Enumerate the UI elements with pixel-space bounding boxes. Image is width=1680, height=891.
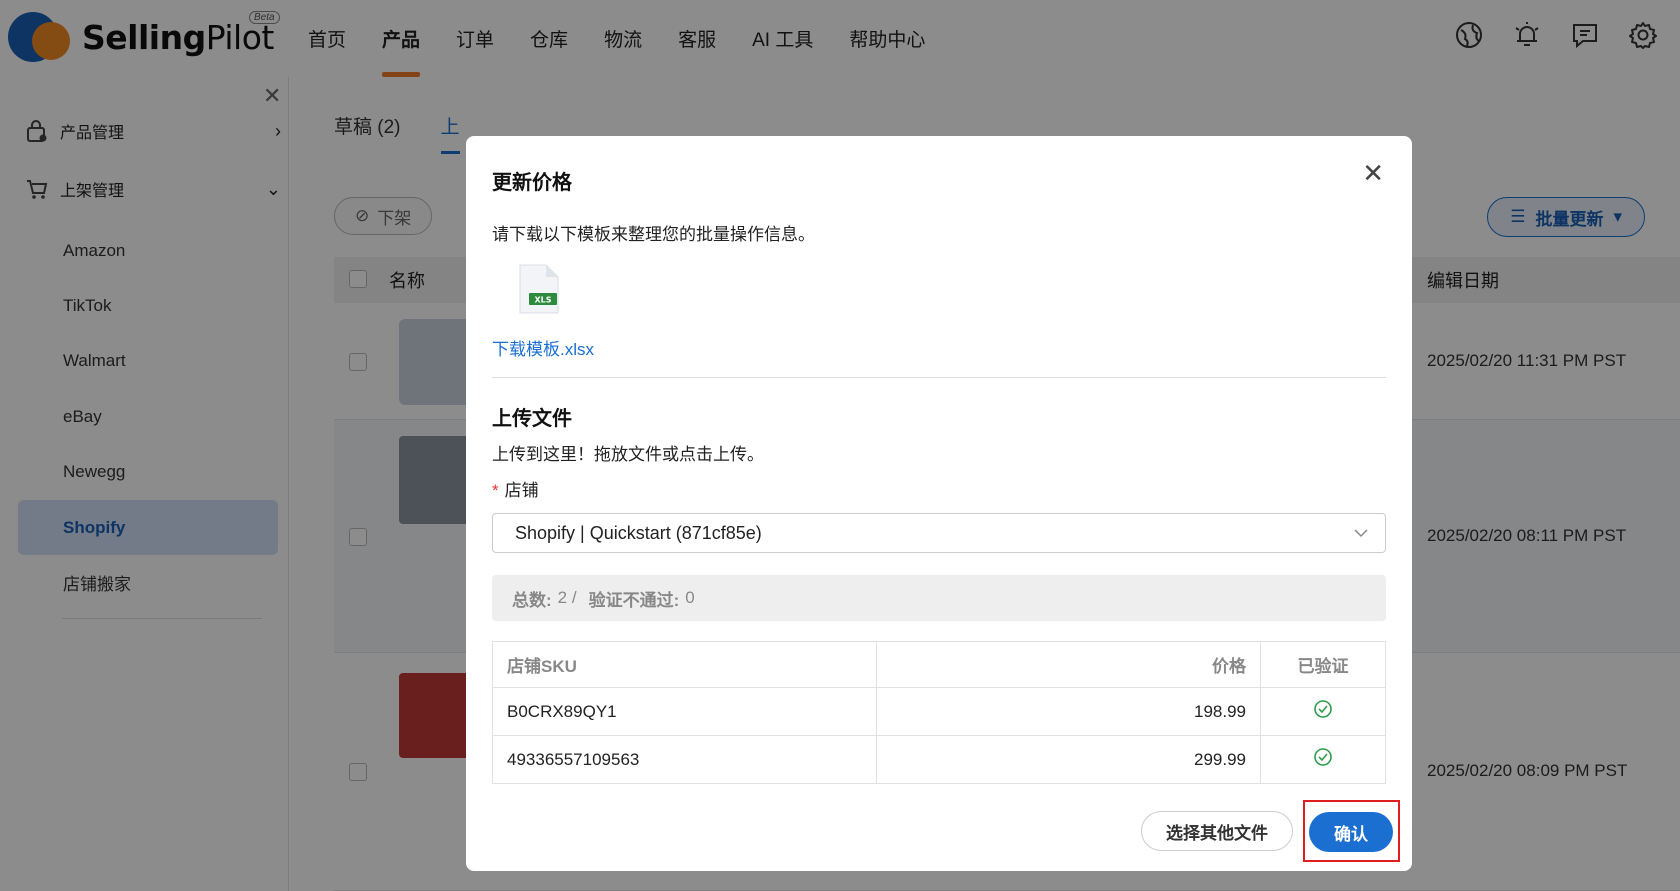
store-label: * 店铺 <box>492 481 539 500</box>
update-price-dialog: 更新价格 ✕ 请下载以下模板来整理您的批量操作信息。 XLS 下载模板.xlsx… <box>466 136 1412 871</box>
svg-text:XLS: XLS <box>534 296 551 305</box>
column-store-sku: 店铺SKU <box>492 641 877 688</box>
store-select[interactable]: Shopify | Quickstart (871cf85e) <box>492 513 1386 553</box>
table-header-row: 店铺SKU 价格 已验证 <box>492 641 1386 688</box>
sku-cell: 49336557109563 <box>492 735 877 784</box>
upload-hint[interactable]: 上传到这里！拖放文件或点击上传。 <box>492 440 764 465</box>
price-cell: 299.99 <box>876 735 1261 784</box>
verified-check-icon <box>1260 687 1386 736</box>
column-price: 价格 <box>876 641 1261 688</box>
table-row: B0CRX89QY1 198.99 <box>492 687 1386 736</box>
close-icon[interactable]: ✕ <box>1362 158 1384 189</box>
sku-price-table: 店铺SKU 价格 已验证 B0CRX89QY1 198.99 493365571… <box>492 641 1386 784</box>
failed-count: 0 <box>685 588 695 607</box>
confirm-button[interactable]: 确认 <box>1309 812 1393 852</box>
template-hint: 请下载以下模板来整理您的批量操作信息。 <box>492 225 815 244</box>
choose-other-file-button[interactable]: 选择其他文件 <box>1141 811 1293 851</box>
chevron-down-icon <box>1354 529 1368 538</box>
verified-check-icon <box>1260 735 1386 784</box>
upload-section-title: 上传文件 <box>492 408 572 430</box>
dialog-title: 更新价格 <box>492 172 572 194</box>
confirm-highlight-box: 确认 <box>1303 800 1400 862</box>
table-row: 49336557109563 299.99 <box>492 735 1386 784</box>
store-select-value: Shopify | Quickstart (871cf85e) <box>515 522 762 543</box>
xls-file-icon[interactable]: XLS <box>516 263 562 317</box>
sku-cell: B0CRX89QY1 <box>492 687 877 736</box>
download-template-link[interactable]: 下载模板.xlsx <box>492 335 594 360</box>
section-divider <box>492 377 1386 378</box>
failed-label: 验证不通过: <box>588 590 680 610</box>
column-verified: 已验证 <box>1260 641 1386 688</box>
price-cell: 198.99 <box>876 687 1261 736</box>
validation-summary: 总数: 2 / 验证不通过: 0 <box>492 575 1386 621</box>
total-label: 总数: <box>512 590 552 610</box>
total-count: 2 / <box>557 588 577 607</box>
required-asterisk: * <box>492 481 499 500</box>
